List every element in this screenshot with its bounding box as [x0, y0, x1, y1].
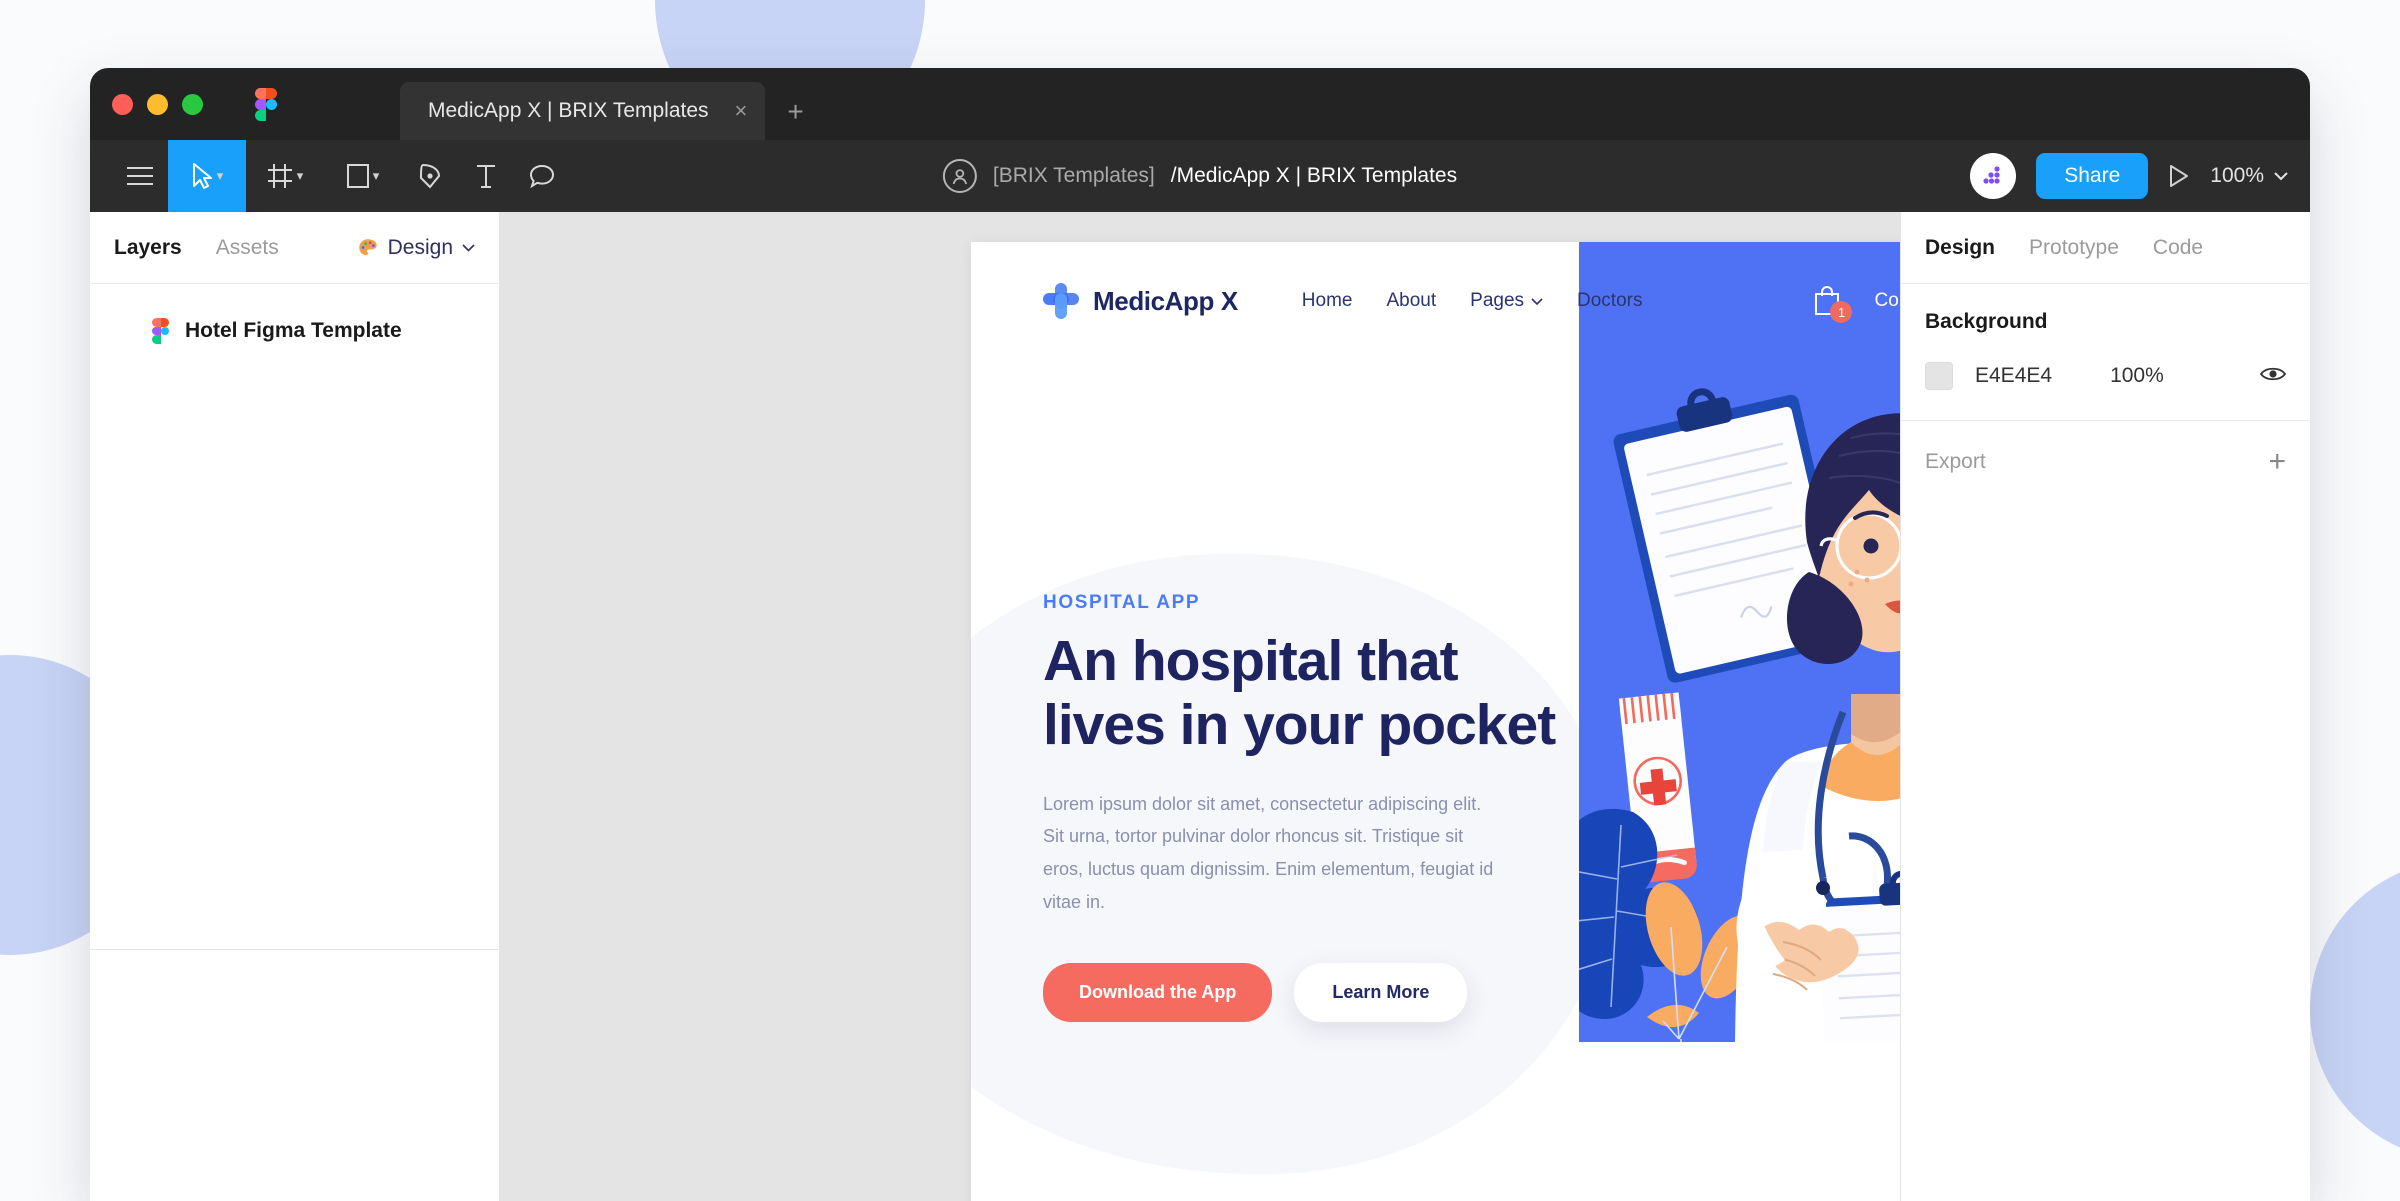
tab-title: MedicApp X | BRIX Templates: [428, 99, 709, 122]
nav-label: Home: [1301, 290, 1353, 311]
hero-title-line-1: An hospital that: [1043, 629, 1459, 693]
left-panel-bottom-section: [90, 949, 499, 1201]
window-controls: [112, 68, 277, 140]
pen-tool-icon[interactable]: [402, 140, 458, 212]
opacity-value[interactable]: 100%: [2110, 364, 2164, 388]
nav-link-home[interactable]: Home: [1302, 290, 1353, 312]
tab-code[interactable]: Code: [2153, 236, 2203, 260]
download-app-button[interactable]: Download the App: [1043, 962, 1273, 1022]
nav-link-pages[interactable]: Pages: [1470, 290, 1543, 312]
figma-canvas[interactable]: MedicApp X Home About Pages Doctors 1 Co…: [500, 212, 1900, 1201]
list-item[interactable]: Hotel Figma Template: [90, 308, 499, 353]
color-swatch[interactable]: [1925, 362, 1953, 390]
nav-label: About: [1386, 290, 1437, 311]
window-titlebar: MedicApp X | BRIX Templates × +: [90, 68, 2310, 140]
tab-assets[interactable]: Assets: [216, 236, 279, 260]
cart-count-badge: 1: [1830, 301, 1853, 323]
export-label: Export: [1925, 450, 1986, 473]
menu-icon[interactable]: [112, 140, 168, 212]
hero-paragraph: Lorem ipsum dolor sit amet, consectetur …: [1043, 793, 1494, 912]
layer-label: Hotel Figma Template: [185, 318, 402, 342]
figma-app-window: MedicApp X | BRIX Templates × + ▾ ▾ ▾ [B…: [90, 68, 2310, 1201]
zoom-level-control[interactable]: 100%: [2210, 164, 2288, 188]
tab-prototype[interactable]: Prototype: [2029, 236, 2119, 260]
hero-cta-group: Download the App Learn More: [1043, 962, 1603, 1022]
breadcrumb[interactable]: [BRIX Templates] /MedicApp X | BRIX Temp…: [942, 159, 1457, 193]
chevron-down-icon[interactable]: ▾: [297, 168, 304, 184]
decorative-blob-right: [2310, 860, 2400, 1160]
comment-tool-icon[interactable]: [514, 140, 570, 212]
left-panel-tabs: Layers Assets Design: [90, 212, 499, 284]
maximize-window-button[interactable]: [182, 93, 203, 115]
export-section: Export +: [1901, 421, 2310, 503]
background-fill-row: E4E4E4 100%: [1925, 362, 2287, 390]
tab-layers[interactable]: Layers: [114, 236, 182, 260]
move-tool-icon[interactable]: ▾: [168, 140, 246, 212]
color-hex-value[interactable]: E4E4E4: [1975, 364, 2052, 388]
shopping-bag-icon[interactable]: 1: [1812, 284, 1853, 323]
learn-more-button[interactable]: Learn More: [1294, 962, 1468, 1022]
left-panel: Layers Assets Design Hotel Figma Templat…: [90, 212, 500, 1201]
breadcrumb-team[interactable]: [BRIX Templates]: [993, 164, 1155, 188]
chevron-down-icon[interactable]: ▾: [217, 168, 224, 184]
new-tab-icon[interactable]: +: [787, 96, 803, 128]
tab-design[interactable]: Design: [1925, 236, 1995, 260]
nav-label: Pages: [1470, 290, 1525, 311]
close-window-button[interactable]: [112, 93, 133, 115]
hero-eyebrow: HOSPITAL APP: [1043, 592, 1201, 613]
medic-cross-logo-icon: [1043, 283, 1079, 319]
chevron-down-icon: [1531, 297, 1543, 305]
eye-visibility-icon[interactable]: [2259, 365, 2287, 388]
figma-logo-icon: [255, 88, 277, 121]
design-menu-dropdown[interactable]: Design: [357, 236, 475, 260]
zoom-level-value: 100%: [2210, 164, 2264, 187]
chevron-down-icon[interactable]: ▾: [373, 168, 380, 184]
browser-tab[interactable]: MedicApp X | BRIX Templates ×: [400, 82, 766, 140]
figma-component-icon: [152, 318, 169, 344]
nav-link-contact[interactable]: Contact: [1874, 290, 1900, 312]
breadcrumb-file[interactable]: /MedicApp X | BRIX Templates: [1171, 164, 1457, 188]
brand-logo[interactable]: MedicApp X: [1043, 283, 1238, 319]
layers-list: Hotel Figma Template: [90, 284, 499, 949]
hero-title: An hospital that lives in your pocket: [1043, 629, 1603, 758]
add-export-icon[interactable]: +: [2268, 447, 2286, 477]
hero-section: HOSPITAL APP An hospital that lives in y…: [1043, 592, 1603, 1022]
right-panel-tabs: Design Prototype Code: [1901, 212, 2310, 284]
brand-name: MedicApp X: [1093, 285, 1238, 316]
figma-toolbar: ▾ ▾ ▾ [BRIX Templates] /MedicApp X | BRI…: [90, 140, 2310, 212]
chevron-down-icon: [2274, 171, 2288, 180]
text-tool-icon[interactable]: [458, 140, 514, 212]
background-title: Background: [1925, 310, 2048, 333]
toolbar-right-actions: Share 100%: [1970, 153, 2288, 199]
hero-title-line-2: lives in your pocket: [1043, 692, 1556, 757]
design-menu-label: Design: [387, 235, 453, 259]
site-nav-actions: 1 Contact Subscribe: [1581, 242, 1900, 360]
share-button[interactable]: Share: [2036, 153, 2149, 199]
background-section: Background E4E4E4 100%: [1901, 284, 2310, 421]
design-frame[interactable]: MedicApp X Home About Pages Doctors 1 Co…: [971, 242, 1900, 1201]
minimize-window-button[interactable]: [147, 93, 168, 115]
frame-tool-icon[interactable]: ▾: [246, 140, 324, 212]
collaborator-avatar[interactable]: [1970, 153, 2017, 199]
present-play-icon[interactable]: [2168, 164, 2190, 188]
site-navbar: MedicApp X Home About Pages Doctors 1 Co: [971, 242, 1900, 360]
shape-tool-icon[interactable]: ▾: [324, 140, 402, 212]
app-body: Layers Assets Design Hotel Figma Templat…: [90, 212, 2310, 1201]
right-panel: Design Prototype Code Background E4E4E4 …: [1900, 212, 2310, 1201]
close-icon[interactable]: ×: [735, 100, 748, 122]
nav-link-about[interactable]: About: [1386, 290, 1436, 312]
female-doctor-illustration: [1579, 242, 1900, 1042]
chevron-down-icon: [462, 243, 475, 252]
user-avatar-icon: [942, 159, 977, 193]
palette-icon: [358, 238, 377, 255]
